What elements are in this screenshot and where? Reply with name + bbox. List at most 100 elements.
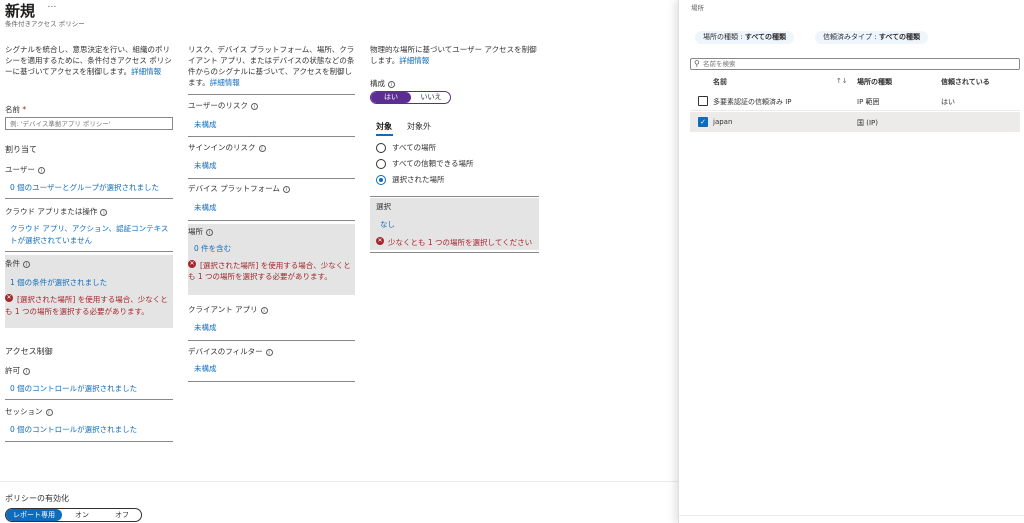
info-icon: i (258, 144, 266, 152)
divider (5, 251, 173, 252)
device-platform-label-text: デバイス プラットフォーム (188, 184, 280, 193)
user-risk-label-text: ユーザーのリスク (188, 101, 248, 110)
filter-location-type[interactable]: 場所の種類 : すべての種類 (695, 31, 795, 44)
conditions-error-text: [選択された場所] を使用する場合、少なくとも 1 つの場所を選択する必要があり… (5, 295, 168, 316)
enable-policy-label: ポリシーの有効化 (5, 494, 69, 503)
device-platform-link[interactable]: 未構成 (194, 202, 217, 213)
panel-title: 場所 (691, 4, 704, 12)
info-icon: i (260, 306, 268, 314)
tab-include-underline (376, 134, 393, 136)
select-error-text: 少なくとも 1 つの場所を選択してください (388, 238, 533, 247)
session-label-text: セッション (5, 407, 43, 416)
tab-include[interactable]: 対象 (376, 121, 392, 132)
select-label: 選択 (376, 202, 391, 211)
sort-icon[interactable]: ↑↓ (836, 77, 848, 85)
table-row[interactable]: ✓ japan 国 (IP) (690, 112, 1020, 132)
divider (370, 196, 539, 197)
name-label: 名前 * (5, 104, 26, 115)
users-label-text: ユーザー (5, 165, 35, 174)
column-name[interactable]: 名前 (713, 77, 727, 87)
col1-learn-more-link[interactable]: 詳細情報 (131, 67, 161, 76)
conditions-label: 条件 i (5, 258, 30, 269)
error-icon: ✕ (376, 237, 384, 245)
radio-circle[interactable] (376, 159, 386, 169)
info-icon: i (206, 228, 213, 236)
cloud-apps-label: クラウド アプリまたは操作 i (5, 206, 108, 217)
info-icon: i (23, 260, 30, 268)
access-controls-heading: アクセス制御 (5, 347, 53, 356)
table-row[interactable]: 多要素認証の信頼済み IP IP 範囲 はい (690, 92, 1020, 111)
conditions-link[interactable]: 1 個の条件が選択されました (10, 277, 107, 288)
panel-footer-divider (679, 515, 1024, 516)
policy-name-input[interactable] (5, 117, 173, 130)
radio-any-location[interactable]: すべての場所 (376, 142, 436, 153)
configure-toggle[interactable]: はい いいえ (370, 91, 451, 104)
row-checkbox-checked[interactable]: ✓ (698, 117, 708, 127)
conditions-error: ✕ [選択された場所] を使用する場合、少なくとも 1 つの場所を選択する必要があ… (5, 294, 171, 318)
more-options-button[interactable]: … (47, 0, 56, 10)
row-name: japan (713, 118, 733, 126)
column-location-type[interactable]: 場所の種類 (857, 77, 892, 87)
radio-circle[interactable] (376, 143, 386, 153)
error-icon: ✕ (5, 294, 13, 302)
column-trusted[interactable]: 信頼されている (941, 77, 990, 87)
users-link[interactable]: 0 個のユーザーとグループが選択されました (10, 182, 159, 193)
radio-selected-locations[interactable]: 選択された場所 (376, 174, 445, 185)
row-checkbox[interactable] (698, 96, 708, 106)
client-apps-label-text: クライアント アプリ (188, 305, 258, 314)
row-name: 多要素認証の信頼済み IP (713, 98, 792, 106)
search-input[interactable] (703, 59, 1013, 69)
row-type: 国 (IP) (857, 119, 878, 127)
device-filter-link[interactable]: 未構成 (194, 363, 217, 374)
cloud-apps-link[interactable]: クラウド アプリ、アクション、認証コンテキストが選択されていません (10, 223, 172, 247)
toggle-yes[interactable]: はい (371, 92, 411, 103)
grant-label: 許可 i (5, 365, 30, 376)
name-label-text: 名前 (5, 105, 20, 114)
signin-risk-link[interactable]: 未構成 (194, 160, 217, 171)
option-on[interactable]: オン (62, 509, 102, 521)
grant-link[interactable]: 0 個のコントロールが選択されました (10, 383, 137, 394)
page-subtitle: 条件付きアクセス ポリシー (5, 20, 85, 28)
signin-risk-label-text: サインインのリスク (188, 143, 256, 152)
client-apps-link[interactable]: 未構成 (194, 322, 217, 333)
info-icon: i (282, 185, 290, 193)
device-filter-label: デバイスのフィルター i (188, 346, 273, 357)
radio-any-label: すべての場所 (392, 143, 437, 152)
divider (5, 441, 173, 442)
divider (188, 340, 355, 341)
user-risk-label: ユーザーのリスク i (188, 100, 258, 111)
col3-intro: 物理的な場所に基づいてユーザー アクセスを制御します。詳細情報 (370, 44, 540, 66)
locations-link[interactable]: 0 件を含む (194, 243, 231, 254)
tab-exclude[interactable]: 対象外 (407, 121, 431, 132)
search-box[interactable]: ⚲ (690, 58, 1020, 70)
signin-risk-label: サインインのリスク i (188, 142, 266, 153)
assignments-heading: 割り当て (5, 145, 37, 154)
filter-trusted-type-label: 信頼済みタイプ : (823, 33, 879, 41)
divider (188, 94, 355, 95)
radio-selected-label: 選択された場所 (392, 175, 445, 184)
divider (5, 399, 173, 400)
col3-learn-more-link[interactable]: 詳細情報 (399, 56, 429, 65)
toggle-no[interactable]: いいえ (411, 92, 450, 103)
configure-label: 構成 i (370, 78, 395, 89)
info-icon: i (388, 80, 395, 88)
option-report-only[interactable]: レポート専用 (6, 509, 62, 521)
filter-trusted-type-value: すべての種類 (878, 33, 921, 41)
user-risk-link[interactable]: 未構成 (194, 119, 217, 130)
info-icon: i (45, 408, 53, 416)
col2-learn-more-link[interactable]: 詳細情報 (210, 78, 240, 87)
option-off[interactable]: オフ (102, 509, 141, 521)
radio-trusted-locations[interactable]: すべての信頼できる場所 (376, 158, 474, 169)
filter-trusted-type[interactable]: 信頼済みタイプ : すべての種類 (815, 31, 929, 44)
grant-label-text: 許可 (5, 366, 20, 375)
divider (188, 220, 355, 221)
select-link[interactable]: なし (380, 219, 395, 230)
info-icon: i (250, 102, 258, 110)
divider (5, 198, 173, 199)
radio-circle-selected[interactable] (376, 175, 386, 185)
enable-policy-toggle[interactable]: レポート専用 オン オフ (5, 508, 142, 522)
cloud-apps-label-text: クラウド アプリまたは操作 (5, 207, 98, 216)
locations-panel: 場所 場所の種類 : すべての種類 信頼済みタイプ : すべての種類 ⚲ 名前 … (678, 0, 1024, 523)
session-link[interactable]: 0 個のコントロールが選択されました (10, 424, 137, 435)
divider (188, 381, 355, 382)
